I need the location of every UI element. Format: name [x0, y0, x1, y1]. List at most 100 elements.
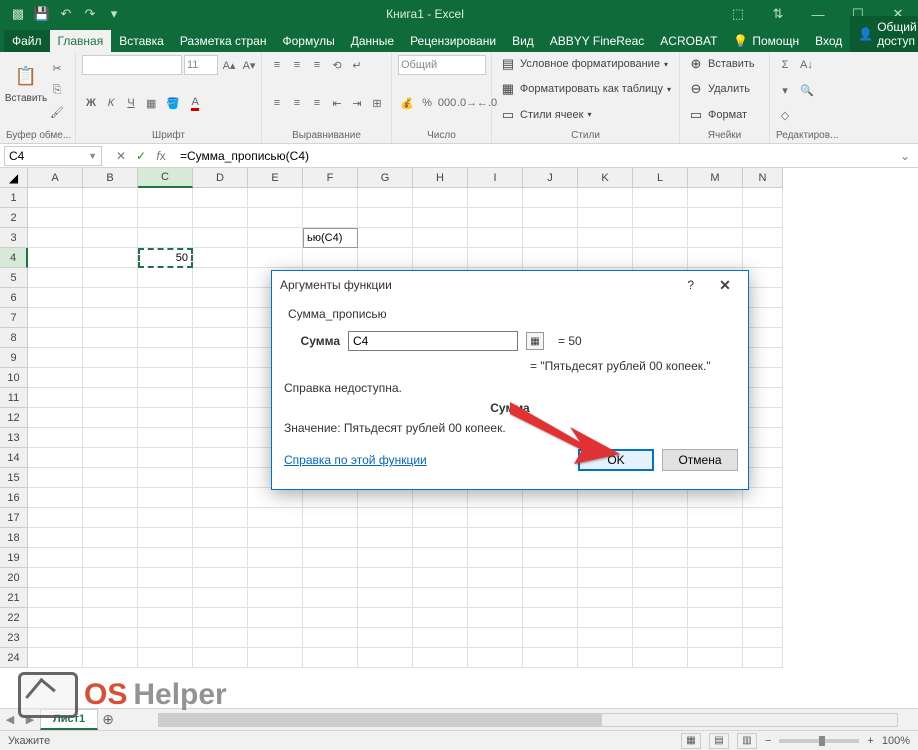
cell[interactable]: [193, 488, 248, 508]
cell[interactable]: [138, 548, 193, 568]
cell[interactable]: [688, 628, 743, 648]
cell[interactable]: [248, 628, 303, 648]
cell[interactable]: [138, 428, 193, 448]
cell[interactable]: [523, 588, 578, 608]
indent-dec-icon[interactable]: ⇤: [328, 93, 346, 113]
format-painter-icon[interactable]: 🖌: [46, 102, 68, 122]
cell[interactable]: [633, 508, 688, 528]
col-I[interactable]: I: [468, 168, 523, 188]
cell[interactable]: [83, 308, 138, 328]
cell[interactable]: [358, 228, 413, 248]
conditional-format-button[interactable]: ▤Условное форматирование ▾: [498, 54, 673, 74]
cell[interactable]: [358, 588, 413, 608]
cell[interactable]: [28, 228, 83, 248]
cell[interactable]: [28, 548, 83, 568]
cell[interactable]: [633, 228, 688, 248]
cell[interactable]: [138, 188, 193, 208]
cell[interactable]: [578, 528, 633, 548]
cell[interactable]: [28, 508, 83, 528]
namebox-dropdown-icon[interactable]: ▼: [88, 151, 97, 161]
delete-cells-button[interactable]: ⊖Удалить: [686, 79, 763, 99]
cell[interactable]: [138, 648, 193, 668]
increase-font-icon[interactable]: A▴: [220, 55, 238, 75]
cell[interactable]: [743, 328, 783, 348]
cell[interactable]: [578, 508, 633, 528]
cell[interactable]: [28, 248, 83, 268]
dialog-titlebar[interactable]: Аргументы функции ? ✕: [272, 271, 748, 299]
cell[interactable]: [743, 288, 783, 308]
row-header[interactable]: 4: [0, 248, 28, 268]
row-header[interactable]: 17: [0, 508, 28, 528]
cell[interactable]: [578, 568, 633, 588]
arg-input[interactable]: [348, 331, 518, 351]
tab-acrobat[interactable]: ACROBAT: [652, 30, 725, 52]
col-A[interactable]: A: [28, 168, 83, 188]
cell[interactable]: [633, 648, 688, 668]
cell[interactable]: [83, 348, 138, 368]
cell[interactable]: [83, 428, 138, 448]
cell[interactable]: [83, 368, 138, 388]
cell[interactable]: [688, 528, 743, 548]
function-help-link[interactable]: Справка по этой функции: [284, 453, 427, 467]
cell[interactable]: [688, 208, 743, 228]
cancel-button[interactable]: Отмена: [662, 449, 738, 471]
cell[interactable]: [83, 408, 138, 428]
cell[interactable]: [28, 408, 83, 428]
cell[interactable]: [248, 548, 303, 568]
cell[interactable]: [743, 648, 783, 668]
cell[interactable]: [193, 308, 248, 328]
cell[interactable]: [28, 288, 83, 308]
cell[interactable]: [413, 648, 468, 668]
horizontal-scrollbar[interactable]: [158, 713, 898, 727]
cell[interactable]: [138, 488, 193, 508]
cell[interactable]: [578, 208, 633, 228]
align-bottom-icon[interactable]: ≡: [308, 55, 326, 75]
cell[interactable]: [523, 228, 578, 248]
dialog-close-button[interactable]: ✕: [710, 277, 740, 294]
cell[interactable]: [193, 288, 248, 308]
cell[interactable]: [413, 248, 468, 268]
paste-button[interactable]: 📋 Вставить: [6, 54, 46, 112]
cell[interactable]: [28, 448, 83, 468]
redo-icon[interactable]: ↷: [80, 4, 100, 24]
col-H[interactable]: H: [413, 168, 468, 188]
cell[interactable]: [743, 188, 783, 208]
align-middle-icon[interactable]: ≡: [288, 55, 306, 75]
cell[interactable]: [743, 528, 783, 548]
col-L[interactable]: L: [633, 168, 688, 188]
cell[interactable]: [523, 628, 578, 648]
font-color-icon[interactable]: A: [186, 93, 204, 113]
cell[interactable]: [578, 588, 633, 608]
cell[interactable]: [468, 208, 523, 228]
cell[interactable]: [743, 508, 783, 528]
tab-data[interactable]: Данные: [343, 30, 402, 52]
cell[interactable]: [28, 488, 83, 508]
cell[interactable]: [138, 528, 193, 548]
cell[interactable]: [28, 388, 83, 408]
cell[interactable]: [358, 528, 413, 548]
cell[interactable]: [83, 208, 138, 228]
col-C[interactable]: C: [138, 168, 193, 188]
cell[interactable]: [358, 208, 413, 228]
cell[interactable]: [28, 608, 83, 628]
row-header[interactable]: 22: [0, 608, 28, 628]
cell[interactable]: [413, 508, 468, 528]
row-header[interactable]: 18: [0, 528, 28, 548]
cell[interactable]: [138, 468, 193, 488]
row-header[interactable]: 11: [0, 388, 28, 408]
cell[interactable]: [138, 388, 193, 408]
row-header[interactable]: 23: [0, 628, 28, 648]
row-header[interactable]: 3: [0, 228, 28, 248]
cell[interactable]: [358, 608, 413, 628]
tab-view[interactable]: Вид: [504, 30, 542, 52]
cell[interactable]: [83, 548, 138, 568]
cell[interactable]: [413, 588, 468, 608]
cell[interactable]: [743, 408, 783, 428]
row-header[interactable]: 9: [0, 348, 28, 368]
cell[interactable]: [688, 548, 743, 568]
cell[interactable]: [193, 508, 248, 528]
cell[interactable]: [248, 188, 303, 208]
tab-abbyy[interactable]: ABBYY FineReac: [542, 30, 653, 52]
share-button[interactable]: 👤Общий доступ: [850, 16, 918, 52]
sign-in[interactable]: Вход: [807, 30, 850, 52]
